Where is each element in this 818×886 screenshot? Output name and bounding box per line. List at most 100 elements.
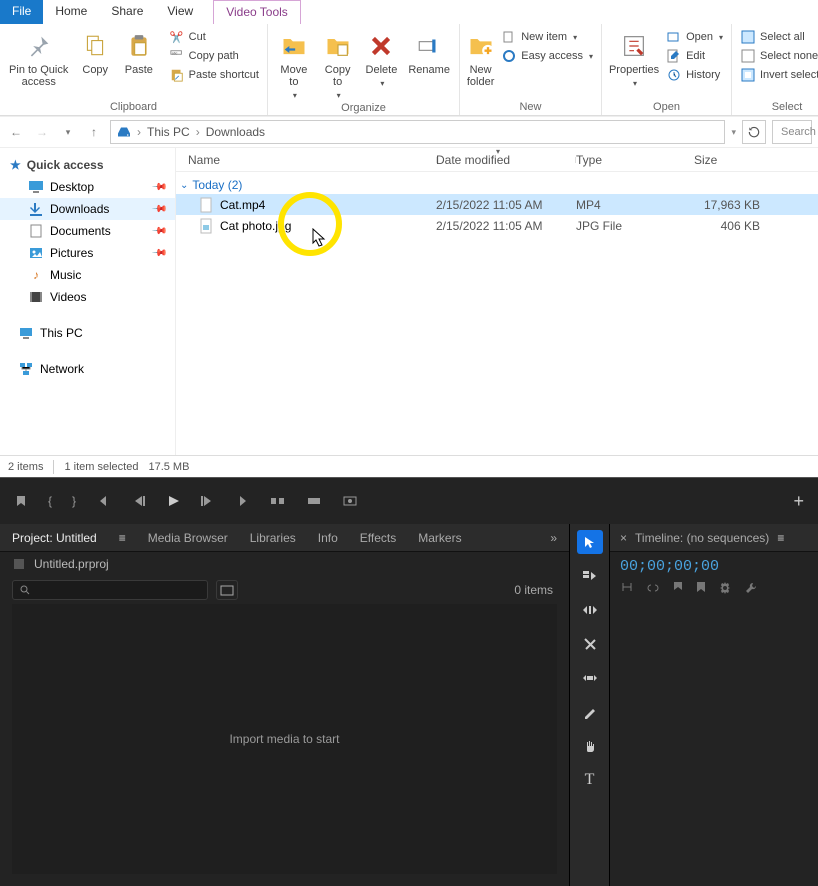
panel-tab-project[interactable]: Project: Untitled [12,531,97,545]
dropzone-label: Import media to start [229,732,339,746]
bracket-in-icon[interactable]: { [48,494,52,508]
paste-button[interactable]: Paste [117,26,161,76]
easy-access-button[interactable]: Easy access▾ [497,47,597,65]
new-bin-button[interactable] [216,580,238,600]
settings-icon[interactable] [718,581,732,595]
nav-forward-button[interactable]: → [32,125,52,139]
panel-tab-media-browser[interactable]: Media Browser [148,531,228,545]
nav-up-button[interactable]: ↑ [84,125,104,139]
nav-recent-button[interactable]: ▾ [58,127,78,138]
panel-tab-effects[interactable]: Effects [360,531,396,545]
file-type: JPG File [576,219,694,233]
panel-tab-markers[interactable]: Markers [418,531,461,545]
go-to-out-icon[interactable] [234,494,250,508]
group-header-today[interactable]: ⌄ Today (2) [176,172,818,194]
rename-button[interactable]: Rename [403,26,455,76]
sidebar-item-this-pc[interactable]: This PC [0,322,175,344]
tab-home[interactable]: Home [43,0,99,24]
panel-tab-info[interactable]: Info [318,531,338,545]
sidebar-label: Downloads [50,202,109,216]
nav-back-button[interactable]: ← [6,125,26,139]
panel-tab-libraries[interactable]: Libraries [250,531,296,545]
overwrite-icon[interactable] [306,494,322,508]
documents-icon [28,223,44,239]
new-item-button[interactable]: New item▾ [497,28,597,46]
sidebar-item-music[interactable]: ♪ Music [0,264,175,286]
delete-button[interactable]: Delete▾ [360,26,404,90]
select-none-button[interactable]: Select none [736,47,818,65]
breadcrumb-leaf[interactable]: Downloads [204,125,267,139]
step-forward-icon[interactable] [200,494,214,508]
refresh-button[interactable] [742,120,766,144]
add-marker-icon[interactable] [672,581,684,595]
tab-video-tools[interactable]: Video Tools [213,0,301,24]
new-item-icon [501,29,517,45]
dropdown-caret-icon: ▾ [573,33,577,42]
insert-icon[interactable] [270,494,286,508]
open-button[interactable]: Open▾ [662,28,727,46]
column-header-date[interactable]: Date modified▾ [436,153,576,167]
move-to-label: Move to [280,64,307,88]
tool-pen[interactable] [577,700,603,724]
paste-shortcut-button[interactable]: Paste shortcut [165,66,263,84]
sidebar-item-desktop[interactable]: Desktop 📌 [0,176,175,198]
copy-path-button[interactable]: abc Copy path [165,47,263,65]
close-icon[interactable]: × [620,531,627,545]
column-header-size[interactable]: Size [694,153,764,167]
timeline-marker-icon[interactable] [696,581,706,595]
linked-selection-icon[interactable] [646,581,660,595]
tool-ripple-edit[interactable] [577,598,603,622]
tab-file[interactable]: File [0,0,43,24]
tool-selection[interactable] [577,530,603,554]
copy-button[interactable]: Copy [73,26,117,76]
column-header-name[interactable]: Name [176,153,436,167]
file-row[interactable]: Cat.mp4 2/15/2022 11:05 AM MP4 17,963 KB [176,194,818,215]
address-bar[interactable]: › This PC › Downloads [110,120,725,144]
breadcrumb-root[interactable]: This PC [145,125,192,139]
timecode-display[interactable]: 00;00;00;00 [610,552,818,579]
media-dropzone[interactable]: Import media to start [12,604,557,874]
tool-razor[interactable] [577,632,603,656]
sidebar-item-downloads[interactable]: Downloads 📌 [0,198,175,220]
column-header-type[interactable]: Type [576,153,694,167]
export-frame-icon[interactable] [342,494,358,508]
panel-menu-button[interactable]: ≡ [777,531,784,545]
file-row[interactable]: Cat photo.jpg 2/15/2022 11:05 AM JPG Fil… [176,215,818,236]
sidebar-item-documents[interactable]: Documents 📌 [0,220,175,242]
tool-track-select[interactable] [577,564,603,588]
panel-menu-button[interactable]: ≡ [119,531,126,545]
tool-hand[interactable] [577,734,603,758]
cut-button[interactable]: ✂️ Cut [165,28,263,46]
pin-to-quick-access-button[interactable]: Pin to Quick access [4,26,73,88]
tab-view[interactable]: View [155,0,205,24]
edit-button[interactable]: Edit [662,47,727,65]
marker-in-icon[interactable] [14,494,28,508]
new-folder-button[interactable]: New folder [464,26,497,88]
copy-to-button[interactable]: Copy to▾ [316,26,360,102]
snap-icon[interactable] [620,581,634,595]
history-button[interactable]: History [662,66,727,84]
invert-selection-button[interactable]: Invert selection [736,66,818,84]
tool-type[interactable]: T [577,768,603,792]
move-to-button[interactable]: Move to▾ [272,26,316,102]
tab-share[interactable]: Share [99,0,155,24]
go-to-in-icon[interactable] [96,494,112,508]
sidebar-quick-access[interactable]: ★ Quick access [0,154,175,176]
sidebar-item-videos[interactable]: Videos [0,286,175,308]
bracket-out-icon[interactable]: } [72,494,76,508]
play-icon[interactable] [166,494,180,508]
tool-slip[interactable] [577,666,603,690]
invert-selection-icon [740,67,756,83]
panel-overflow-button[interactable]: » [550,531,557,545]
properties-button[interactable]: Properties▾ [606,26,662,90]
project-search-input[interactable] [12,580,208,600]
address-dropdown-button[interactable]: ▾ [731,127,736,138]
sidebar-item-network[interactable]: Network [0,358,175,380]
sidebar-item-pictures[interactable]: Pictures 📌 [0,242,175,264]
search-input[interactable]: Search [772,120,812,144]
select-all-button[interactable]: Select all [736,28,818,46]
step-back-icon[interactable] [132,494,146,508]
wrench-icon[interactable] [744,581,758,595]
history-label: History [686,69,720,81]
add-panel-button[interactable]: + [793,491,804,512]
